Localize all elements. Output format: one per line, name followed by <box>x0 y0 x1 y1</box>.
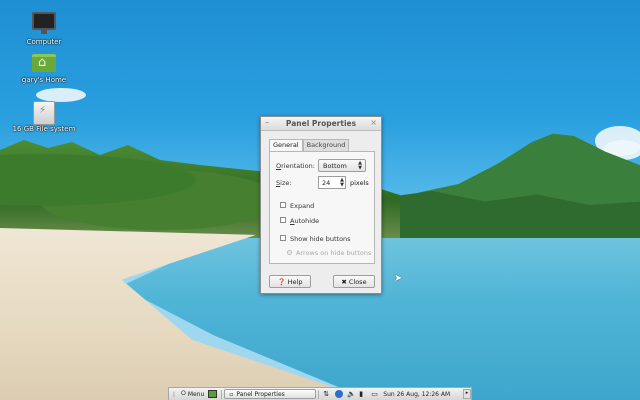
desktop-icon-computer[interactable]: Computer <box>9 12 79 46</box>
help-icon: ❓ <box>277 277 286 286</box>
network-icon[interactable]: ⇅ <box>323 390 331 398</box>
panel-end-arrow-icon[interactable]: ▸ <box>463 389 471 399</box>
volume-icon[interactable]: 🔈 <box>347 390 356 398</box>
arrows-on-hide-buttons-label: Arrows on hide buttons <box>296 249 372 257</box>
expand-checkbox[interactable] <box>280 202 286 208</box>
desktop-icon-label: Computer <box>26 38 62 46</box>
show-hide-buttons-label[interactable]: Show hide buttons <box>290 235 351 243</box>
cloud <box>36 88 86 102</box>
battery-icon[interactable]: ▭ <box>371 390 379 398</box>
tab-background[interactable]: Background <box>302 139 350 151</box>
panel-separator <box>318 389 320 399</box>
window-app-icon: ▫ <box>229 390 234 398</box>
clock[interactable]: Sun 26 Aug, 12:26 AM <box>381 388 452 400</box>
drive-icon <box>33 101 55 125</box>
menu-icon: ⭘ <box>181 390 186 397</box>
close-label: Close <box>348 277 367 286</box>
expand-label[interactable]: Expand <box>290 202 314 210</box>
task-label: Panel Properties <box>236 390 285 398</box>
size-unit: pixels <box>350 179 369 187</box>
window-close-icon[interactable]: × <box>370 118 377 127</box>
orientation-label: Orientation: <box>276 162 315 170</box>
help-button[interactable]: ❓ Help <box>269 275 311 288</box>
close-icon: ✖ <box>341 277 347 286</box>
dialog-titlebar[interactable]: – Panel Properties × <box>261 117 381 131</box>
size-spinbutton[interactable]: 24 ▲ ▼ <box>318 176 346 189</box>
show-desktop-icon[interactable] <box>206 388 219 400</box>
show-hide-buttons-checkbox[interactable] <box>280 235 286 241</box>
menu-label: Menu <box>187 390 205 398</box>
panel-handle-icon[interactable]: ⋮ <box>169 388 179 400</box>
mouse-cursor-icon: ➤ <box>394 273 403 284</box>
tab-bar: General Background <box>269 139 350 152</box>
panel-separator <box>221 389 223 399</box>
bottom-panel: ⋮ ⭘ Menu ▫ Panel Properties ⇅ 🔈 ▮ ▭ Sun … <box>168 387 472 400</box>
home-folder-icon <box>32 54 56 72</box>
help-label: Help <box>287 277 303 286</box>
desktop-icon-home[interactable]: gary's Home <box>9 54 79 84</box>
orientation-value: Bottom <box>323 162 347 170</box>
desktop-icon-label: 16 GB File system <box>12 125 76 133</box>
size-label: Size: <box>276 179 292 187</box>
autohide-label[interactable]: Autohide <box>290 217 319 225</box>
signal-icon[interactable]: ▮ <box>359 390 367 398</box>
desktop-icon-label: gary's Home <box>21 76 67 84</box>
menu-button[interactable]: ⭘ Menu <box>179 388 206 400</box>
desktop-icon-filesystem[interactable]: 16 GB File system <box>9 101 79 133</box>
arrows-on-hide-buttons-radio <box>287 250 292 255</box>
close-button[interactable]: ✖ Close <box>333 275 375 288</box>
update-shield-icon[interactable] <box>335 390 344 398</box>
spin-arrows-icon[interactable]: ▲ ▼ <box>340 178 344 188</box>
orientation-select[interactable]: Bottom ▲ ▼ <box>318 159 366 172</box>
task-panel-properties[interactable]: ▫ Panel Properties <box>224 389 317 399</box>
size-value: 24 <box>322 179 331 187</box>
monitor-icon <box>32 12 56 34</box>
dialog-title: Panel Properties <box>285 119 357 128</box>
panel-properties-dialog: – Panel Properties × General Background … <box>260 116 382 294</box>
tab-content-general: Orientation: Bottom ▲ ▼ Size: 24 ▲ ▼ pixel… <box>269 151 375 264</box>
autohide-checkbox[interactable] <box>280 217 286 223</box>
select-arrows-icon: ▲ ▼ <box>358 160 362 171</box>
